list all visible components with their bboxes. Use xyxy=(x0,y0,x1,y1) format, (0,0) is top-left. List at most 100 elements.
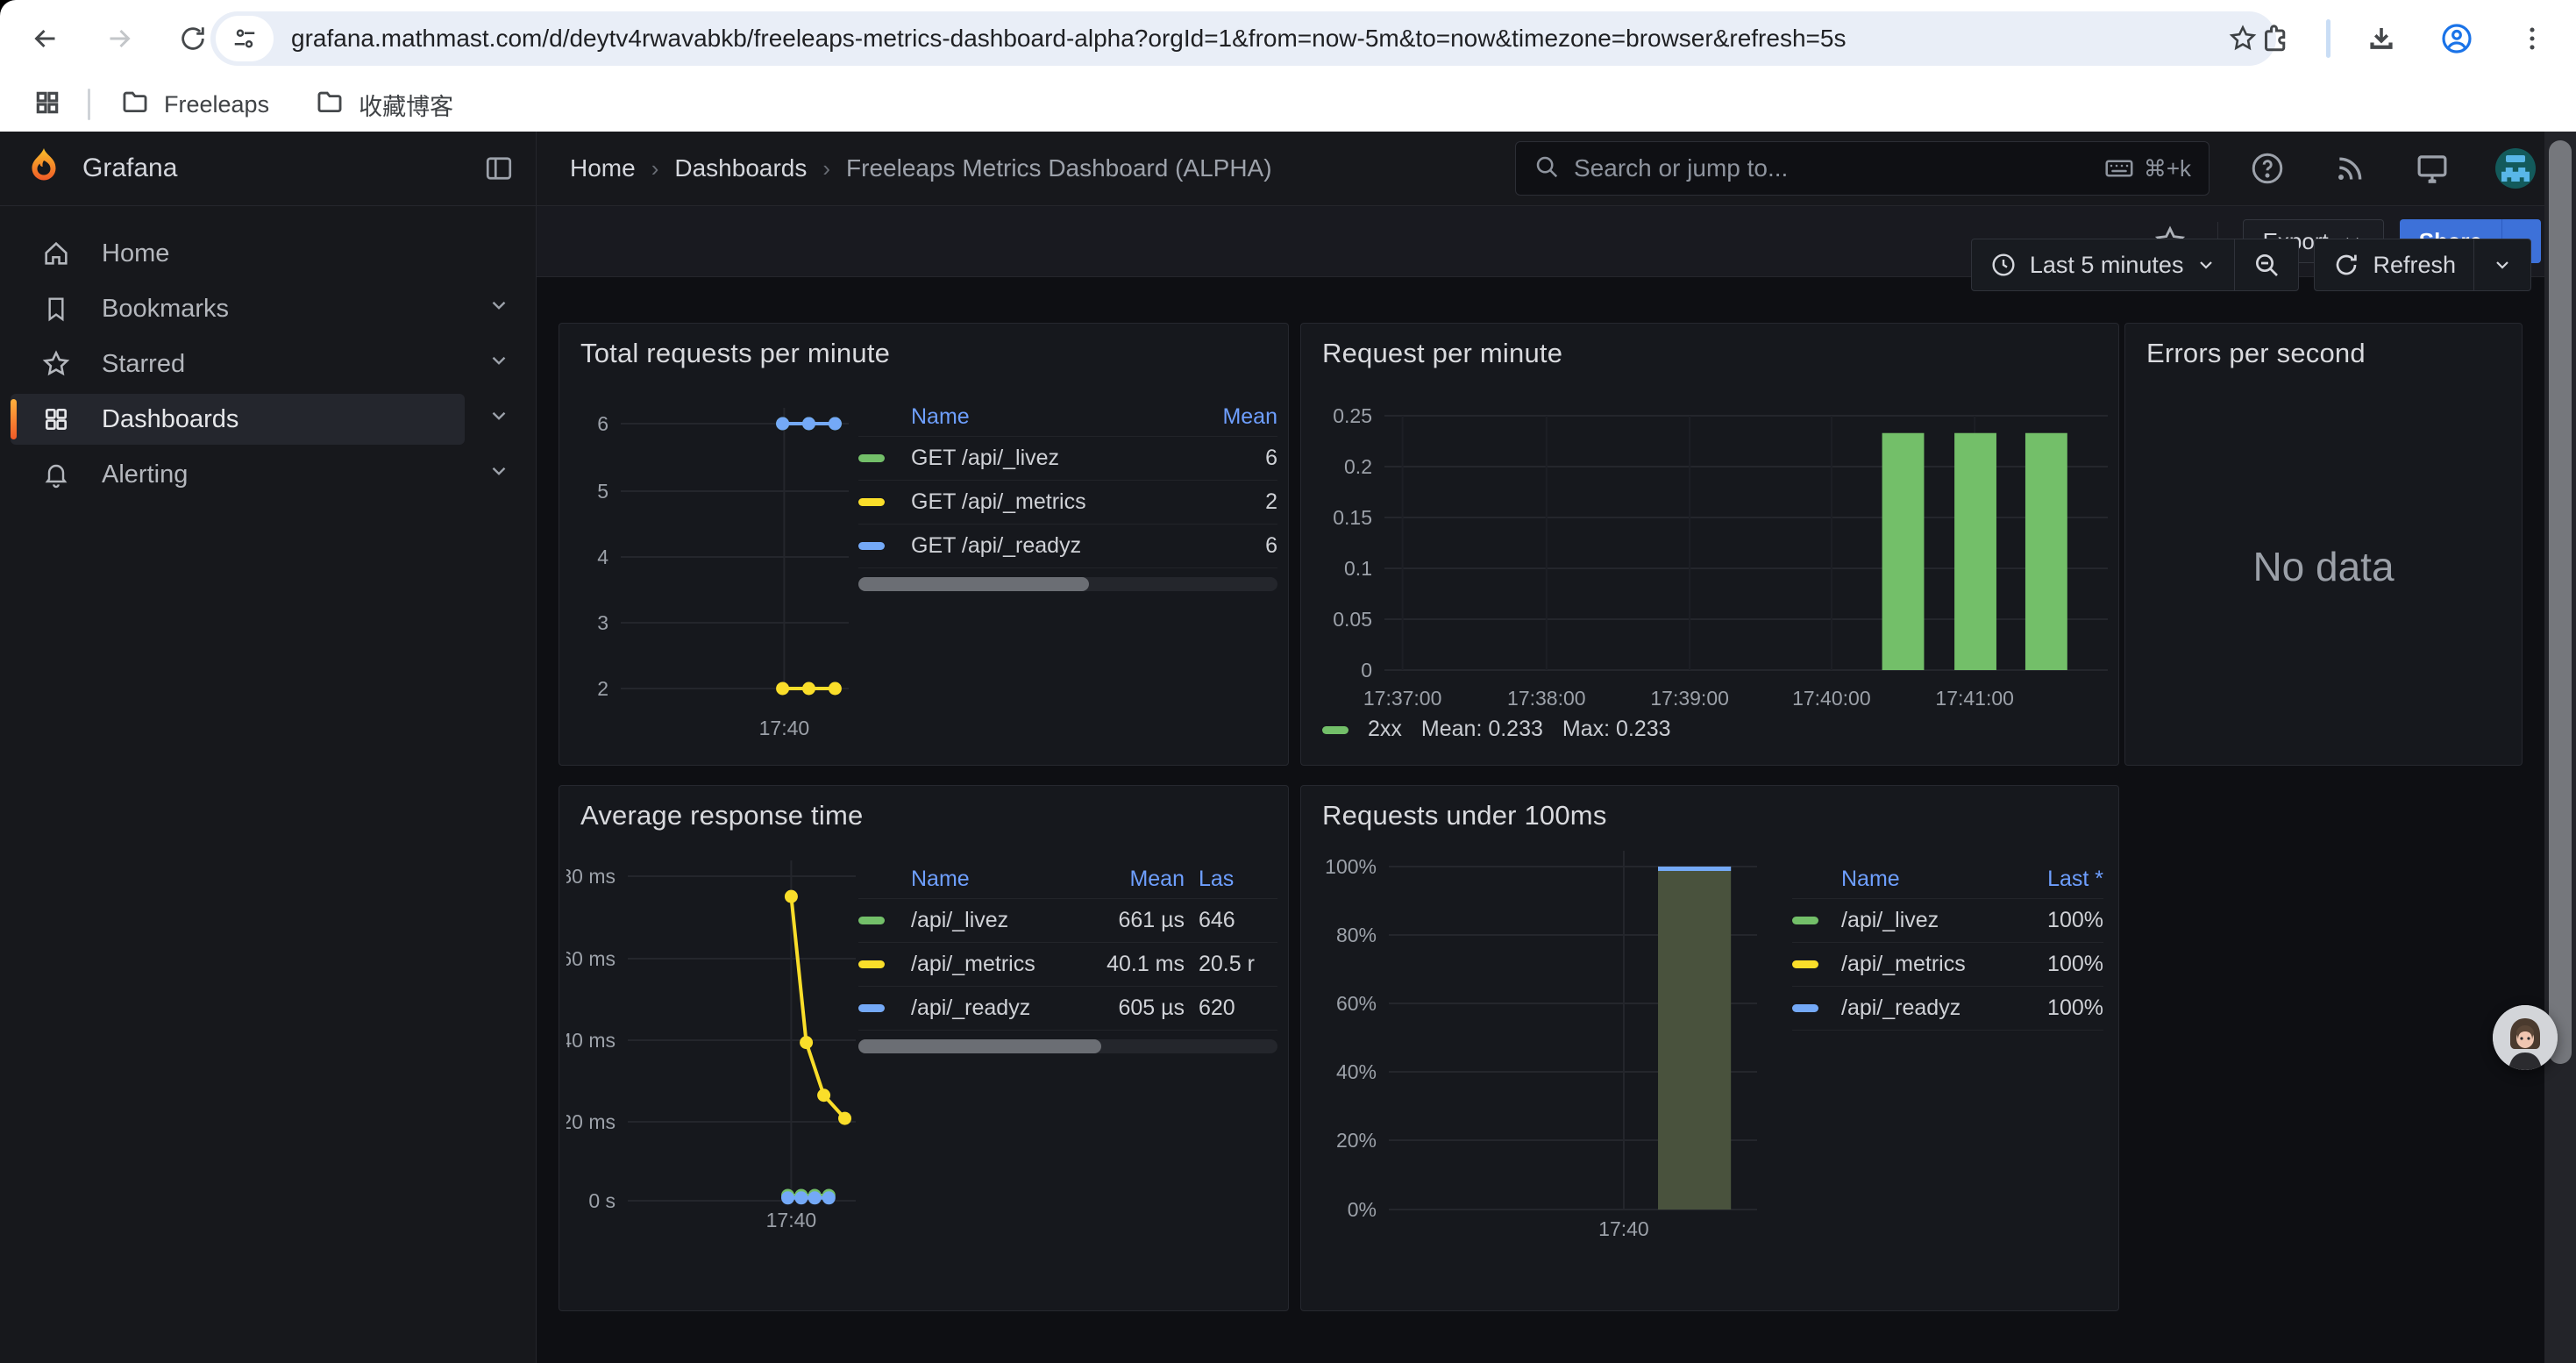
legend-row[interactable]: /api/_metrics100% xyxy=(1792,943,2103,987)
news-rss-icon[interactable] xyxy=(2330,149,2369,188)
series-color-pill xyxy=(1322,726,1348,734)
series-name[interactable]: GET /api/_livez xyxy=(911,446,1172,471)
panel-average-response-time[interactable]: Average response time 80 ms60 ms40 ms20 … xyxy=(559,785,1289,1311)
svg-text:17:40: 17:40 xyxy=(766,1209,817,1231)
svg-text:80 ms: 80 ms xyxy=(566,865,616,888)
panel-title[interactable]: Average response time xyxy=(580,800,863,831)
sidebar-item-bookmarks[interactable]: Bookmarks xyxy=(11,283,525,334)
panel-total-requests[interactable]: Total requests per minute 6543217:40 Nam… xyxy=(559,323,1289,766)
legend-row[interactable]: /api/_livez100% xyxy=(1792,899,2103,943)
legend-header-row: NameMean xyxy=(858,397,1277,437)
chevron-down-icon[interactable] xyxy=(487,294,510,324)
panel-title[interactable]: Requests under 100ms xyxy=(1322,800,1607,831)
legend-scrollbar[interactable] xyxy=(858,577,1277,591)
svg-text:20%: 20% xyxy=(1336,1129,1377,1152)
series-name[interactable]: /api/_readyz xyxy=(1841,995,2016,1021)
sidebar-item-home[interactable]: Home xyxy=(11,228,525,279)
svg-text:100%: 100% xyxy=(1325,855,1377,878)
panel-request-per-minute[interactable]: Request per minute 0.250.20.150.10.05017… xyxy=(1300,323,2119,766)
legend-inline[interactable]: 2xxMean: 0.233Max: 0.233 xyxy=(1322,717,1671,742)
breadcrumb-item-2: Freeleaps Metrics Dashboard (ALPHA) xyxy=(846,154,1272,182)
search-input[interactable]: Search or jump to... ⌘+k xyxy=(1515,141,2210,196)
assistant-avatar[interactable] xyxy=(2493,1005,2558,1070)
panel-title[interactable]: Total requests per minute xyxy=(580,338,890,369)
panel-errors-per-second[interactable]: Errors per second No data xyxy=(2124,323,2523,766)
series-name[interactable]: /api/_livez xyxy=(911,908,1074,933)
legend-row[interactable]: /api/_metrics40.1 ms20.5 r xyxy=(858,943,1277,987)
zoom-out-button[interactable] xyxy=(2235,239,2298,290)
series-name[interactable]: /api/_metrics xyxy=(1841,952,2016,977)
legend-column-header[interactable]: Name xyxy=(911,867,1074,892)
menu-kebab-icon[interactable] xyxy=(2508,14,2557,63)
legend-row[interactable]: /api/_readyz605 µs620 xyxy=(858,987,1277,1031)
chart-canvas[interactable]: 6543217:40 xyxy=(566,373,865,767)
svg-text:0.15: 0.15 xyxy=(1333,506,1372,529)
legend-column-header[interactable]: Mean xyxy=(1074,867,1185,892)
search-shortcut: ⌘+k xyxy=(2103,153,2191,184)
legend-scrollbar[interactable] xyxy=(858,1039,1277,1053)
series-value: 100% xyxy=(2016,908,2103,933)
legend-column-header[interactable]: Name xyxy=(911,404,1172,430)
breadcrumb-item-0[interactable]: Home xyxy=(570,154,636,182)
sidebar-item-starred[interactable]: Starred xyxy=(11,339,525,389)
svg-text:4: 4 xyxy=(597,546,608,568)
legend-column-header[interactable]: Last * xyxy=(2016,867,2103,892)
forward-button[interactable] xyxy=(95,14,144,63)
series-color-pill xyxy=(1792,917,1818,924)
help-icon[interactable] xyxy=(2248,149,2287,188)
legend-column-header[interactable]: Name xyxy=(1841,867,2016,892)
chart-canvas[interactable]: 0.250.20.150.10.05017:37:0017:38:0017:39… xyxy=(1301,368,2120,736)
chevron-down-icon[interactable] xyxy=(487,349,510,379)
refresh-button[interactable]: Refresh xyxy=(2315,239,2473,290)
bookmark-folder-1[interactable]: 收藏博客 xyxy=(315,87,453,123)
folder-icon xyxy=(120,87,150,123)
breadcrumb-item-1[interactable]: Dashboards xyxy=(674,154,807,182)
svg-text:40 ms: 40 ms xyxy=(566,1029,616,1052)
legend-row[interactable]: GET /api/_livez6 xyxy=(858,437,1277,481)
url-bar[interactable]: grafana.mathmast.com/d/deytv4rwavabkb/fr… xyxy=(210,11,2276,66)
grafana-app: Grafana Home›Dashboards›Freeleaps Metric… xyxy=(0,132,2576,1363)
legend-column-header[interactable]: Las xyxy=(1185,867,1277,892)
url-text[interactable]: grafana.mathmast.com/d/deytv4rwavabkb/fr… xyxy=(291,25,2217,53)
sidebar-item-dashboards[interactable]: Dashboards xyxy=(11,394,465,445)
panel-requests-under-100ms[interactable]: Requests under 100ms 100%80%60%40%20%0%1… xyxy=(1300,785,2119,1311)
series-name[interactable]: /api/_metrics xyxy=(911,952,1074,977)
sidebar-collapse-icon[interactable] xyxy=(476,146,522,191)
user-avatar[interactable] xyxy=(2495,148,2536,189)
apps-grid-icon[interactable] xyxy=(33,89,61,121)
extensions-icon[interactable] xyxy=(2251,14,2300,63)
panel-title[interactable]: Errors per second xyxy=(2146,338,2366,369)
legend-column-header[interactable]: Mean xyxy=(1172,404,1277,430)
chart-canvas[interactable]: 80 ms60 ms40 ms20 ms0 s17:40 xyxy=(566,835,869,1300)
svg-text:3: 3 xyxy=(597,611,608,634)
refresh-interval-button[interactable] xyxy=(2474,239,2530,290)
series-name[interactable]: /api/_livez xyxy=(1841,908,2016,933)
series-name[interactable]: /api/_readyz xyxy=(911,995,1074,1021)
series-value: 646 xyxy=(1185,908,1277,933)
refresh-icon xyxy=(2332,251,2360,279)
legend-row[interactable]: /api/_readyz100% xyxy=(1792,987,2103,1031)
series-name[interactable]: 2xx xyxy=(1368,717,1402,742)
legend-row[interactable]: GET /api/_readyz6 xyxy=(858,525,1277,568)
bookmarks-bar: Freeleaps 收藏博客 xyxy=(0,77,2576,132)
legend-row[interactable]: GET /api/_metrics2 xyxy=(858,481,1277,525)
profile-icon[interactable] xyxy=(2432,14,2481,63)
time-range-picker[interactable]: Last 5 minutes xyxy=(1972,239,2235,290)
legend-row[interactable]: /api/_livez661 µs646 xyxy=(858,899,1277,943)
apps-icon xyxy=(39,405,74,433)
chevron-down-icon[interactable] xyxy=(487,460,510,489)
sidebar-item-alerting[interactable]: Alerting xyxy=(11,449,525,500)
monitor-icon[interactable] xyxy=(2413,149,2451,188)
grafana-logo[interactable] xyxy=(23,146,65,192)
svg-text:0.1: 0.1 xyxy=(1344,557,1372,580)
back-button[interactable] xyxy=(21,14,70,63)
downloads-icon[interactable] xyxy=(2357,14,2406,63)
grafana-header-main: Home›Dashboards›Freeleaps Metrics Dashbo… xyxy=(537,132,2576,205)
series-name[interactable]: GET /api/_readyz xyxy=(911,533,1172,559)
bookmark-folder-0[interactable]: Freeleaps xyxy=(120,87,269,123)
series-name[interactable]: GET /api/_metrics xyxy=(911,489,1172,515)
page-scrollbar-thumb[interactable] xyxy=(2549,140,2572,1064)
chevron-down-icon[interactable] xyxy=(487,404,510,434)
panel-title[interactable]: Request per minute xyxy=(1322,338,1562,369)
site-settings-icon[interactable] xyxy=(216,16,274,61)
